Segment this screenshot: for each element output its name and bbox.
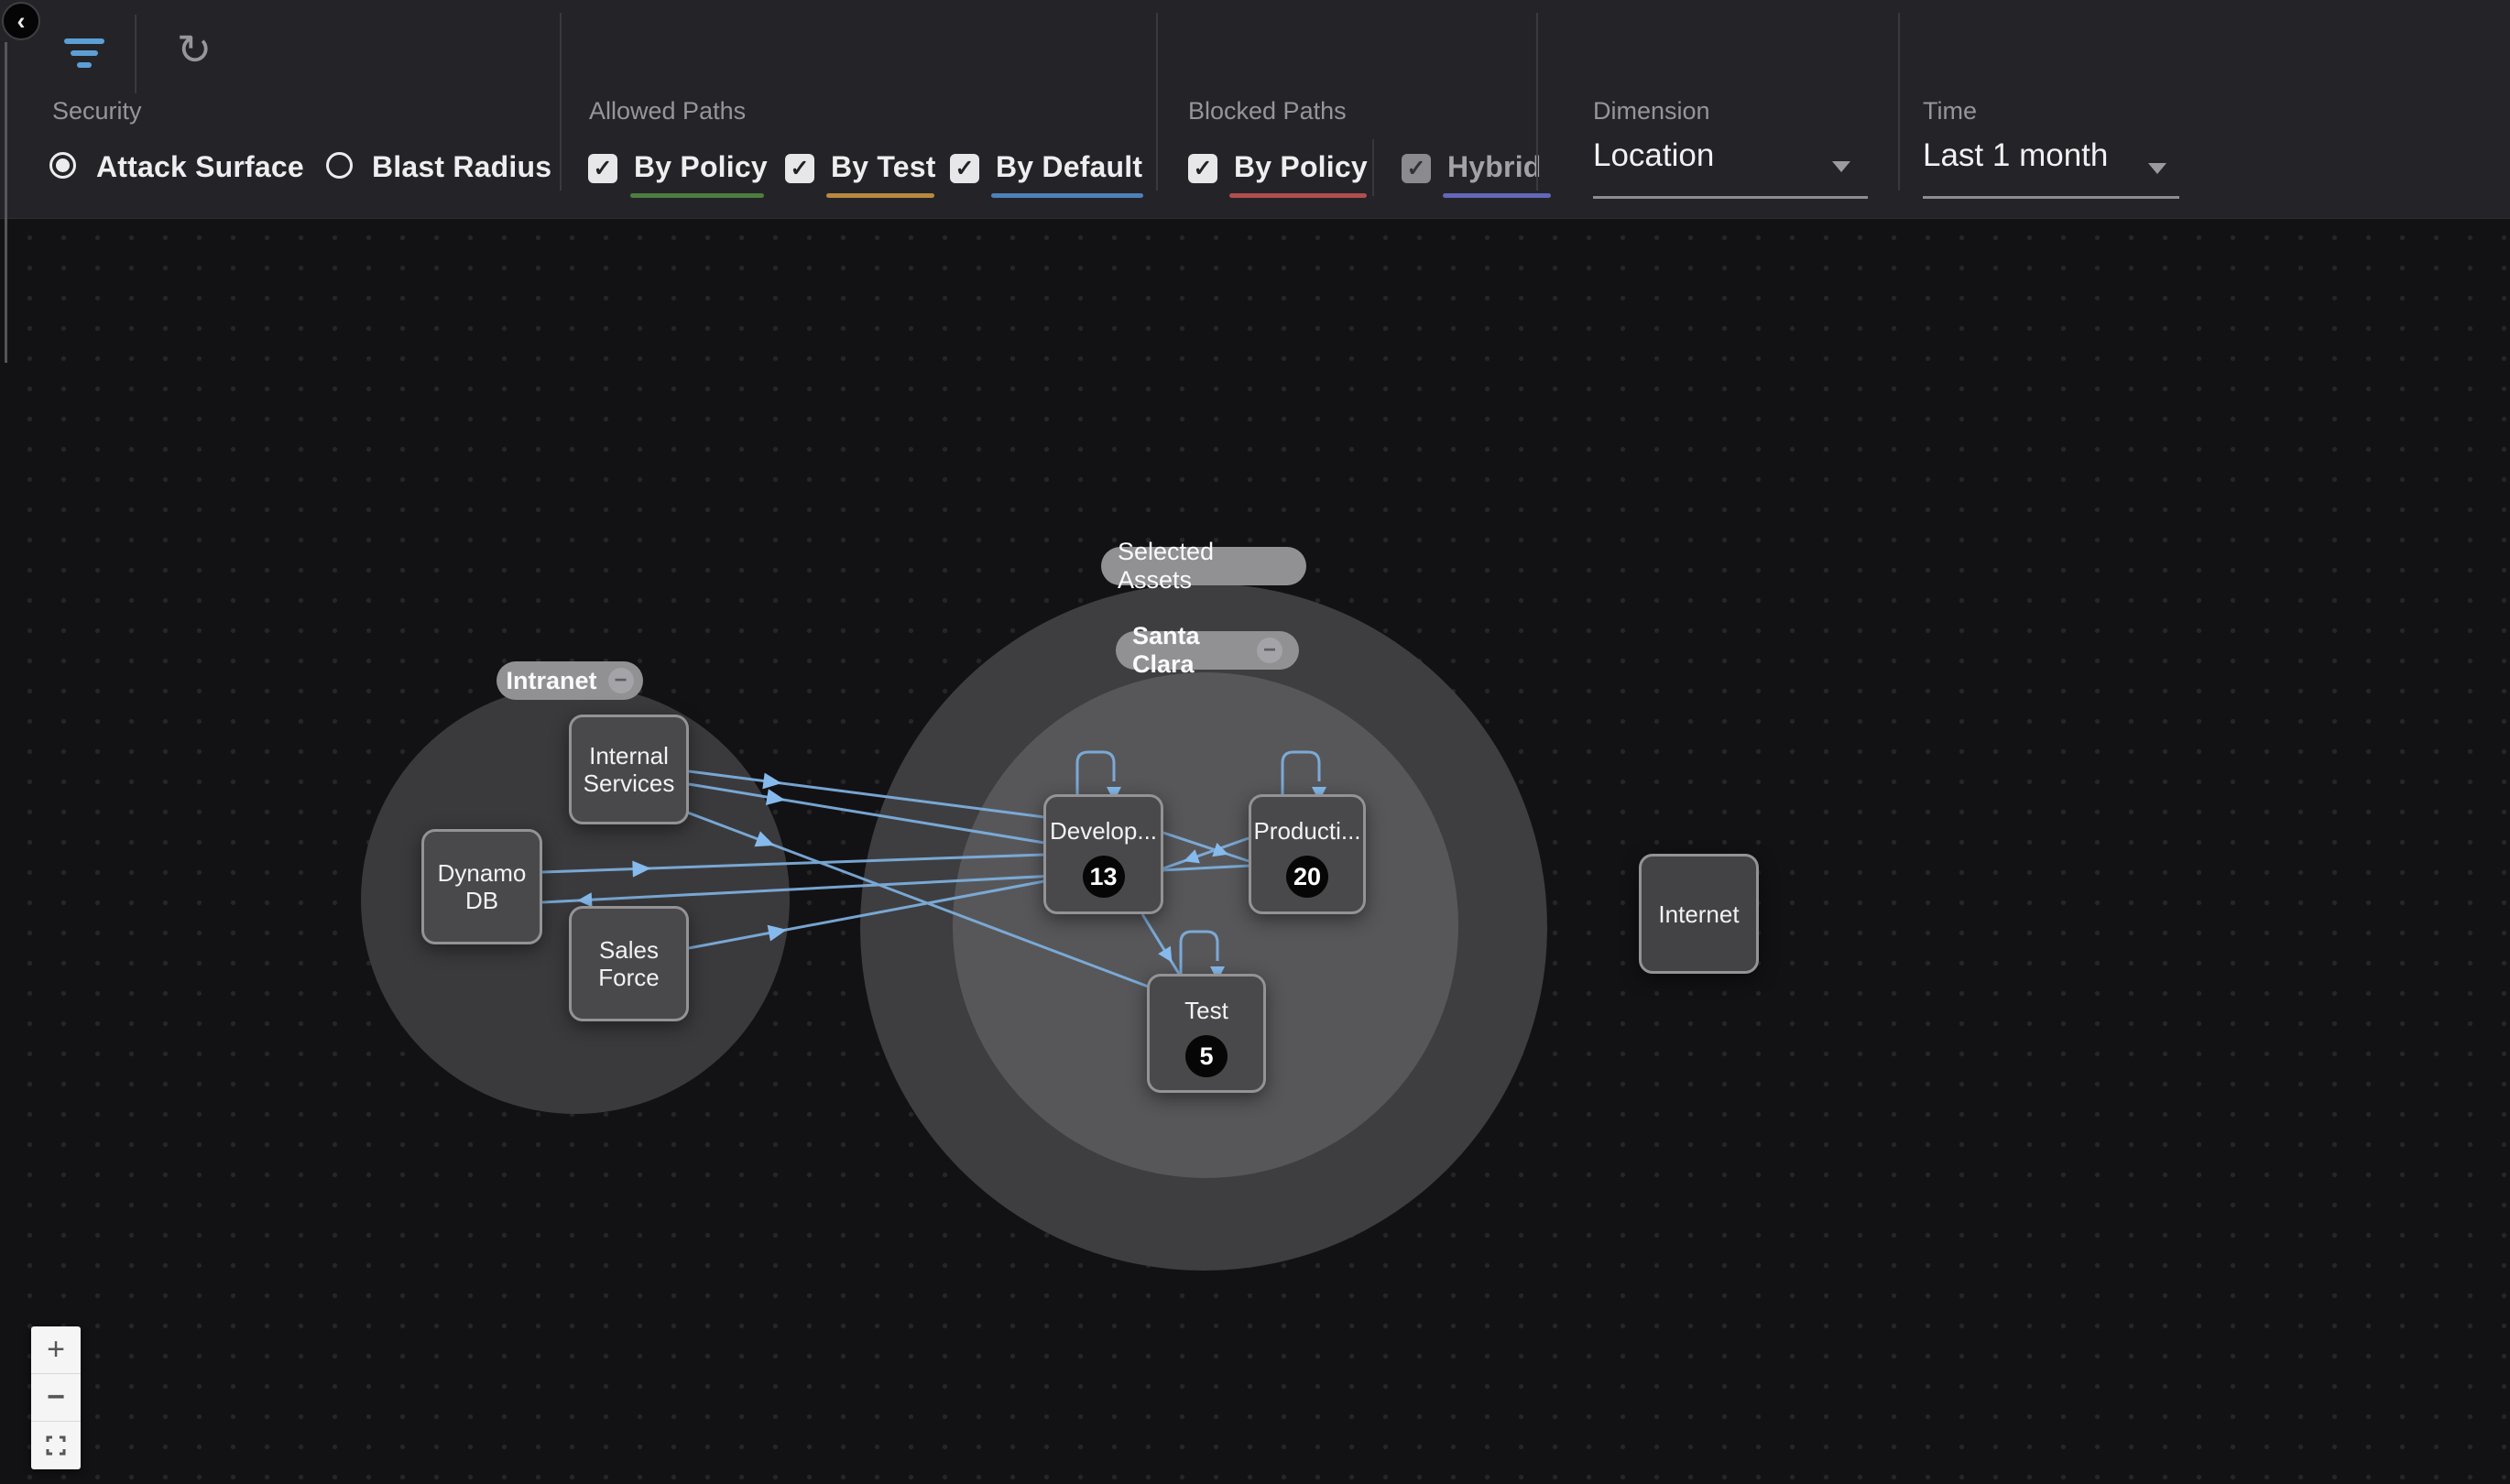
node-development[interactable]: Develop... 13 [1043,794,1163,914]
blocked-by-policy-underline [1229,193,1367,198]
blast-radius-label[interactable]: Blast Radius [372,150,551,184]
allowed-by-default-checkbox[interactable]: ✓ [950,154,979,183]
attack-surface-radio[interactable] [49,152,76,179]
collapse-group-minus-icon[interactable]: − [1257,638,1282,663]
divider [1372,139,1374,196]
time-underline [1923,196,2179,199]
filter-icon [64,38,104,44]
node-dynamo-db[interactable]: Dynamo DB [421,829,542,944]
check-icon: ✓ [955,155,975,182]
divider [1156,13,1158,191]
blocked-by-policy-label[interactable]: By Policy [1234,150,1368,184]
dimension-underline [1593,196,1868,199]
node-label: Internet [1642,900,1756,928]
group-label-selected-assets[interactable]: Selected Assets [1101,547,1306,585]
allowed-by-test-label[interactable]: By Test [831,150,936,184]
zoom-out-button[interactable]: − [31,1374,81,1422]
edge-development-production[interactable] [1163,833,1249,861]
allowed-paths-section-label: Allowed Paths [589,97,746,125]
attack-count-badge: 5 [1185,1035,1228,1077]
blast-radius-radio[interactable] [326,152,353,179]
fit-view-icon [46,1435,66,1456]
allowed-by-policy-checkbox[interactable]: ✓ [588,154,617,183]
check-icon: ✓ [1194,155,1213,182]
collapse-panel-button[interactable]: ‹ [2,2,40,40]
blocked-paths-section-label: Blocked Paths [1188,97,1347,125]
zoom-controls: + − [31,1326,81,1469]
dimension-select[interactable]: Location [1593,137,1714,174]
chevron-down-icon[interactable] [1832,161,1850,172]
edge-dynamo-db-development[interactable] [542,855,1044,872]
allowed-by-default-label[interactable]: By Default [996,150,1142,184]
attack-count-badge: 20 [1286,856,1328,898]
left-scrollbar[interactable] [5,42,7,363]
blocked-hybrid-checkbox[interactable]: ✓ [1402,154,1431,183]
node-internet[interactable]: Internet [1639,854,1759,974]
allowed-by-test-underline [826,193,934,198]
node-label: Develop... [1046,817,1161,845]
edge-production-development[interactable] [1163,838,1249,868]
group-label-text: Santa Clara [1132,622,1246,679]
allowed-by-test-checkbox[interactable]: ✓ [785,154,814,183]
node-internal-services[interactable]: Internal Services [569,715,689,824]
zoom-in-icon: + [47,1332,65,1368]
divider [1898,13,1900,191]
node-label: Test [1150,997,1263,1024]
node-sales-force[interactable]: Sales Force [569,906,689,1021]
divider [560,13,562,191]
divider [1536,13,1538,191]
attack-path-explorer: Selected Assets Santa Clara − Intranet −… [0,0,2510,1484]
edges-layer [0,0,2510,1484]
allowed-by-policy-underline [630,193,764,198]
graph-canvas[interactable]: Selected Assets Santa Clara − Intranet −… [0,0,2510,1484]
chevron-down-icon[interactable] [2148,163,2166,174]
group-label-text: Intranet [507,667,597,695]
refresh-icon: ↻ [177,25,213,74]
node-label: Sales Force [572,936,686,991]
blocked-hybrid-underline [1443,193,1551,198]
allowed-by-default-underline [991,193,1143,198]
time-select[interactable]: Last 1 month [1923,137,2108,174]
security-section-label: Security [52,97,142,125]
node-production[interactable]: Producti... 20 [1249,794,1366,914]
attack-count-badge: 13 [1083,856,1125,898]
collapse-panel-icon: ‹ [17,7,26,36]
blocked-hybrid-label[interactable]: Hybrid [1447,150,1542,184]
check-icon: ✓ [594,155,613,182]
node-label: Dynamo DB [424,859,540,914]
node-label: Internal Services [572,742,686,797]
time-section-label: Time [1923,97,1977,125]
zoom-in-button[interactable]: + [31,1326,81,1374]
check-icon: ✓ [1407,155,1426,182]
zoom-out-icon: − [47,1380,65,1415]
allowed-by-policy-label[interactable]: By Policy [634,150,768,184]
dimension-section-label: Dimension [1593,97,1710,125]
node-label: Producti... [1251,817,1363,845]
filter-button[interactable] [57,26,112,81]
group-label-text: Selected Assets [1118,538,1290,595]
fit-view-button[interactable] [31,1422,81,1469]
edge-development-test[interactable] [1142,914,1179,974]
group-label-intranet[interactable]: Intranet − [497,661,643,700]
divider [135,15,136,93]
attack-surface-label[interactable]: Attack Surface [96,150,304,184]
blocked-by-policy-checkbox[interactable]: ✓ [1188,154,1217,183]
node-test[interactable]: Test 5 [1147,974,1266,1093]
collapse-group-minus-icon[interactable]: − [608,668,634,693]
check-icon: ✓ [791,155,810,182]
filter-toolbar: ↻ Security Attack Surface Blast Radius A… [0,0,2510,219]
group-label-santa-clara[interactable]: Santa Clara − [1116,631,1299,670]
refresh-button[interactable]: ↻ [167,22,222,77]
